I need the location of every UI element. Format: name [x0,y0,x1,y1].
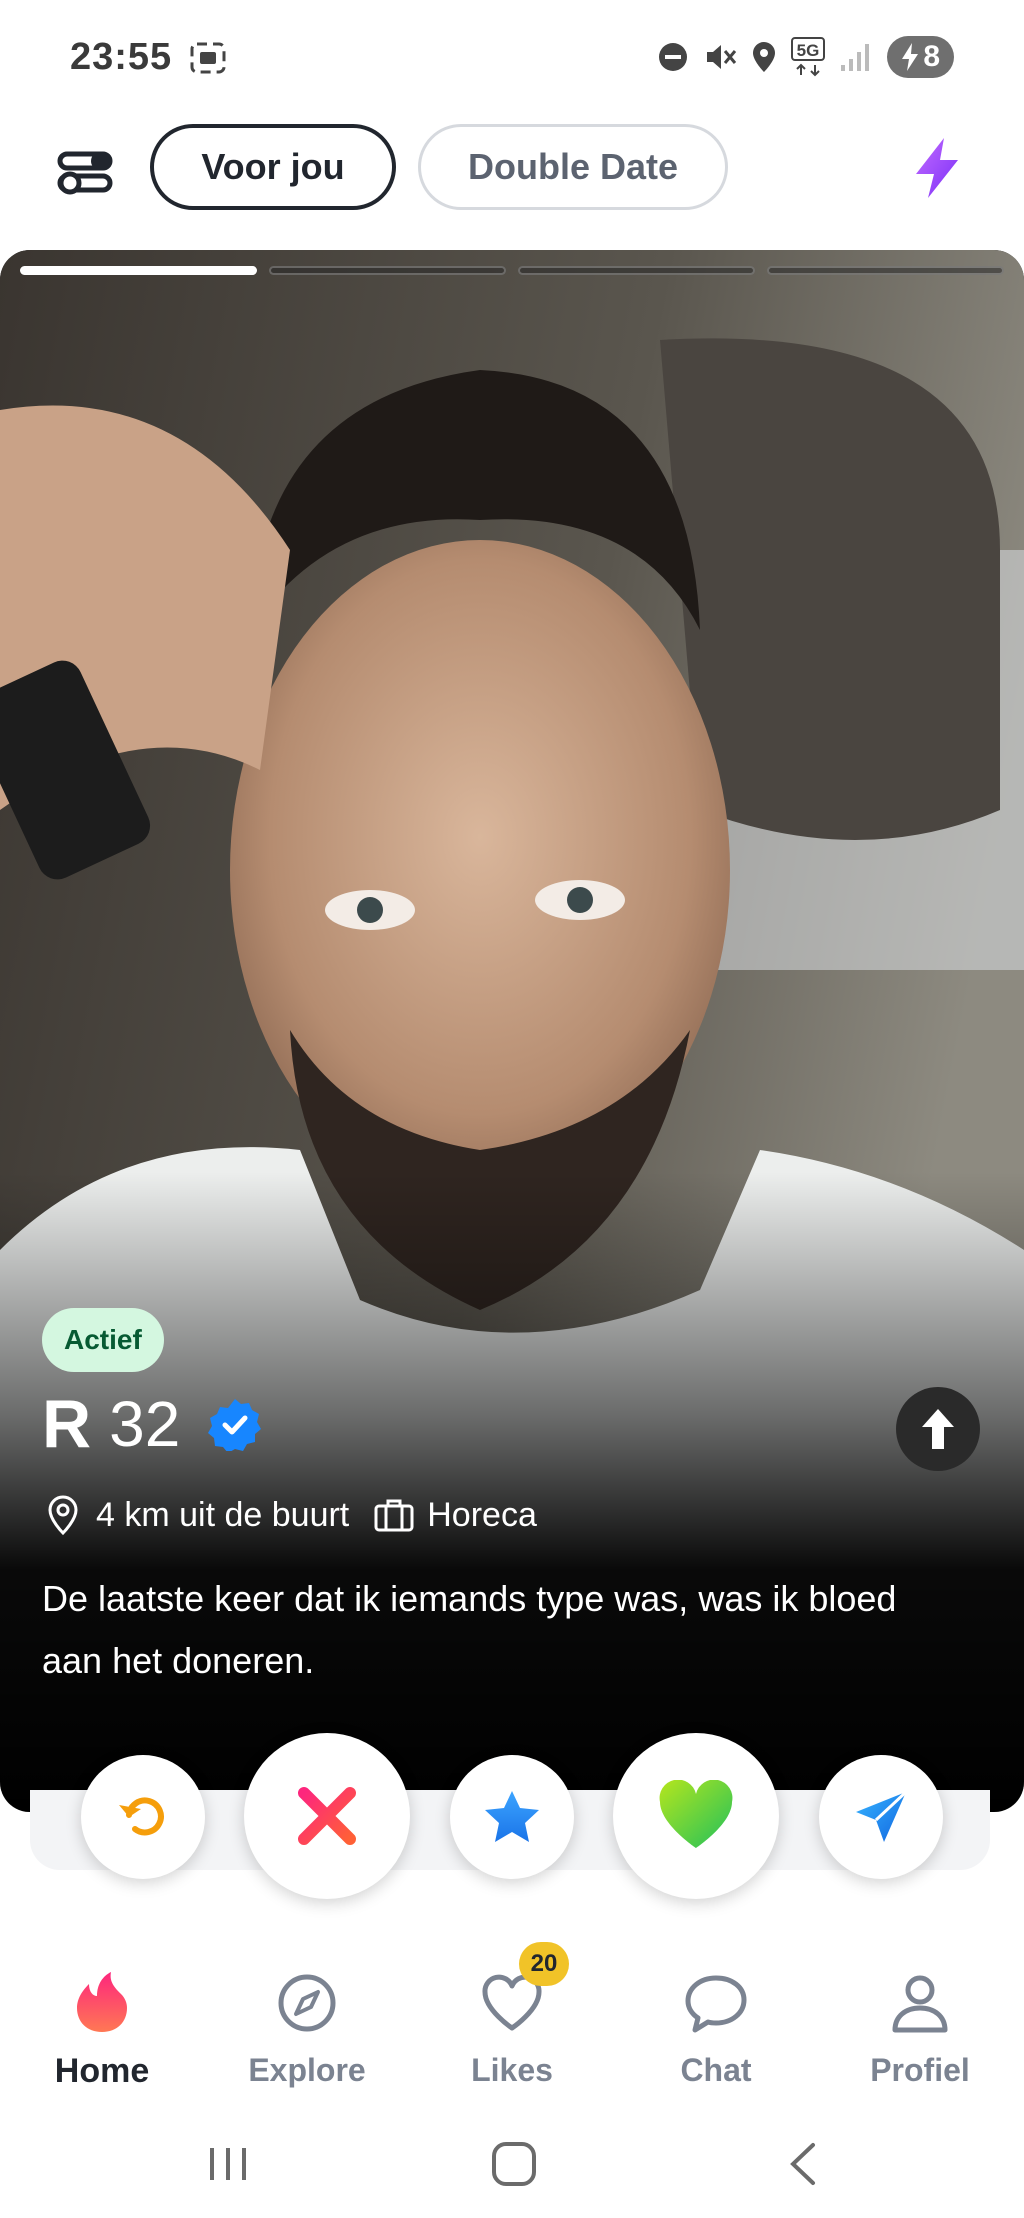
mute-icon [707,45,737,69]
recents-icon [210,2148,246,2180]
back-button[interactable] [772,2134,832,2194]
tab-double-date[interactable]: Double Date [418,124,728,210]
home-square-icon [492,2142,536,2186]
send-icon [856,1790,908,1842]
profile-name: R [42,1386,92,1462]
5g-icon: 5G [791,37,826,77]
flame-icon [77,1972,127,2032]
likes-icon-wrap: 20 [479,1942,569,2036]
heart-icon [659,1780,733,1848]
filter-sliders-icon[interactable] [54,140,118,204]
chat-bubble-icon [685,1975,747,2033]
home-system-button[interactable] [484,2134,544,2194]
nav-label-explore: Explore [248,2052,366,2088]
photo-indicator[interactable] [518,266,755,275]
nav-explore[interactable]: Explore [217,1940,397,2089]
rewind-button[interactable] [81,1755,205,1879]
job-text: Horeca [427,1495,537,1534]
nav-label-chat: Chat [680,2052,752,2088]
likes-count-badge: 20 [519,1942,569,1986]
profile-card[interactable]: Actief R 32 4 km uit de buurt Horeca De … [0,250,1024,1812]
distance-text: 4 km uit de buurt [96,1495,350,1534]
profile-bio: De laatste keer dat ik iemands type was,… [42,1578,897,1681]
status-icons: 5G 8 [657,36,954,78]
status-bar: 23:55 5G 8 [0,0,1024,118]
battery-indicator: 8 [887,36,954,78]
do-not-disturb-icon [659,43,688,71]
nav-label-home: Home [54,2052,150,2090]
photo-gradient [0,1172,1024,1812]
svg-text:5G: 5G [797,41,820,60]
compass-icon [278,1974,336,2032]
screenshot-icon [190,42,226,74]
person-icon [892,1975,948,2033]
location-icon [753,42,776,72]
nav-home[interactable]: Home [12,1940,192,2091]
profile-age: 32 [109,1388,181,1460]
battery-level: 8 [923,40,940,73]
photo-indicator[interactable] [20,266,257,275]
status-time: 23:55 [70,36,173,78]
tab-voor-jou[interactable]: Voor jou [150,124,396,210]
system-nav [0,2110,1024,2218]
nav-label-likes: Likes [471,2052,553,2088]
x-icon [298,1787,356,1845]
nav-profile[interactable]: Profiel [830,1940,1010,2089]
photo-indicator[interactable] [269,266,506,275]
super-like-button[interactable] [450,1755,574,1879]
open-profile-button[interactable] [896,1387,980,1471]
photo-progress [20,266,1004,275]
active-status-badge: Actief [42,1308,164,1372]
send-button[interactable] [819,1755,943,1879]
bottom-nav: Home Explore 20 Likes Chat Profiel [0,1940,1024,2110]
lightning-bolt-icon[interactable] [910,136,966,200]
briefcase-icon [374,1499,414,1532]
location-pin-icon [48,1495,78,1536]
nav-likes[interactable]: 20 Likes [422,1940,602,2089]
name-age-row: R 32 [42,1385,262,1463]
nope-button[interactable] [244,1733,410,1899]
arrow-up-icon [922,1409,954,1449]
back-chevron-icon [790,2143,815,2185]
rewind-icon [119,1797,164,1836]
profile-meta: 4 km uit de buurt Horeca [42,1494,537,1536]
like-button[interactable] [613,1733,779,1899]
top-bar: Voor jou Double Date [0,118,1024,248]
photo-indicator[interactable] [767,266,1004,275]
verified-badge-icon [208,1399,262,1451]
recents-button[interactable] [198,2134,258,2194]
charging-icon [902,43,919,71]
star-icon [485,1791,539,1842]
signal-icon [841,44,870,71]
nav-label-profile: Profiel [870,2052,970,2088]
nav-chat[interactable]: Chat [626,1940,806,2089]
